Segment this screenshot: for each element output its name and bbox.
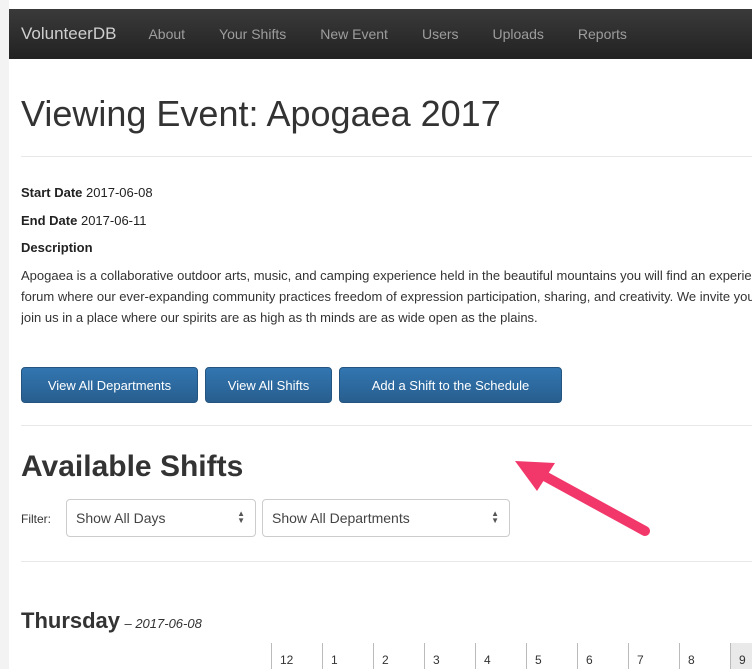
filter-label: Filter:	[21, 512, 51, 526]
description-heading: Description	[21, 240, 93, 255]
hour-cell: 8	[679, 643, 730, 669]
days-filter-value: Show All Days	[76, 510, 166, 526]
add-shift-button[interactable]: Add a Shift to the Schedule	[339, 367, 562, 403]
select-caret-icon: ▲ ▼	[491, 509, 499, 525]
hour-cell: 5	[526, 643, 577, 669]
hour-timeline: 12 1 2 3 4 5 6 7 8 9	[271, 643, 752, 669]
days-filter-select[interactable]: Show All Days ▲ ▼	[66, 499, 256, 537]
main-content: Viewing Event: Apogaea 2017 Start Date 2…	[21, 59, 752, 669]
hour-cell: 12	[271, 643, 322, 669]
end-date: End Date 2017-06-11	[21, 213, 147, 228]
nav-your-shifts[interactable]: Your Shifts	[219, 26, 286, 42]
start-date-value: 2017-06-08	[86, 185, 153, 200]
brand-link[interactable]: VolunteerDB	[21, 24, 116, 44]
hour-cell: 3	[424, 643, 475, 669]
end-date-value: 2017-06-11	[80, 213, 147, 228]
annotation-arrow-icon	[515, 461, 650, 536]
day-date: – 2017-06-08	[124, 616, 202, 631]
day-heading: Thursday – 2017-06-08	[21, 608, 202, 634]
hour-cell: 2	[373, 643, 424, 669]
left-margin-strip	[0, 0, 9, 669]
departments-filter-value: Show All Departments	[272, 510, 410, 526]
end-date-label: End Date	[21, 213, 78, 228]
departments-filter-select[interactable]: Show All Departments ▲ ▼	[262, 499, 510, 537]
available-shifts-title: Available Shifts	[21, 450, 244, 483]
nav-new-event[interactable]: New Event	[320, 26, 388, 42]
hour-cell: 1	[322, 643, 373, 669]
filter-divider	[21, 561, 752, 562]
hour-cell: 7	[628, 643, 679, 669]
nav-reports[interactable]: Reports	[578, 26, 627, 42]
description-label: Description	[21, 240, 93, 255]
top-navbar: VolunteerDB About Your Shifts New Event …	[9, 9, 752, 59]
hour-cell: 6	[577, 643, 628, 669]
hour-cell: 4	[475, 643, 526, 669]
select-caret-icon: ▲ ▼	[237, 509, 245, 525]
view-all-shifts-button[interactable]: View All Shifts	[205, 367, 332, 403]
event-description: Apogaea is a collaborative outdoor arts,…	[21, 268, 752, 325]
start-date-label: Start Date	[21, 185, 83, 200]
nav-users[interactable]: Users	[422, 26, 459, 42]
title-divider	[21, 156, 752, 157]
day-name: Thursday	[21, 608, 121, 633]
start-date: Start Date 2017-06-08	[21, 185, 153, 200]
hour-cell: 9	[730, 643, 752, 669]
view-all-departments-button[interactable]: View All Departments	[21, 367, 198, 403]
nav-about[interactable]: About	[148, 26, 185, 42]
page-title: Viewing Event: Apogaea 2017	[21, 93, 501, 134]
buttons-divider	[21, 425, 752, 426]
nav-uploads[interactable]: Uploads	[493, 26, 544, 42]
